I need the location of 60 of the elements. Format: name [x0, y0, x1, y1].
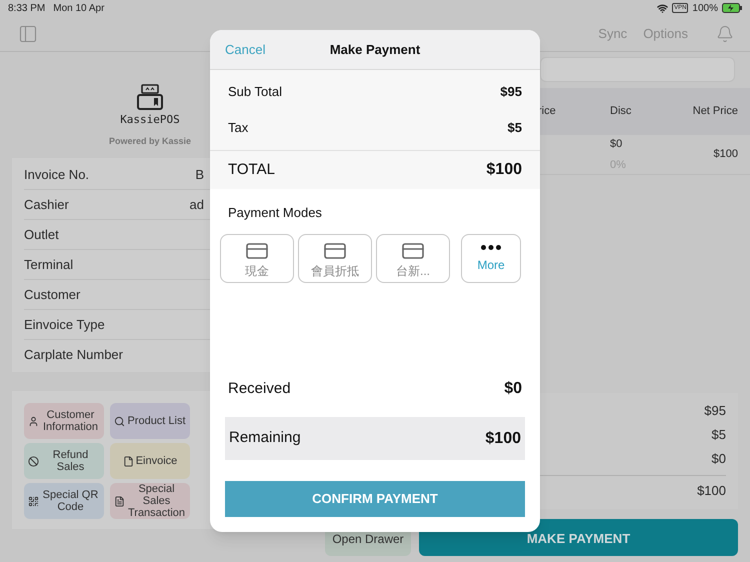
- action-button[interactable]: Einvoice: [110, 443, 190, 479]
- prohibited-icon: [28, 456, 39, 466]
- info-label: Invoice No.: [24, 166, 90, 184]
- confirm-payment-button[interactable]: CONFIRM PAYMENT: [225, 481, 525, 517]
- qr-code-icon: [28, 496, 39, 506]
- info-label: Customer: [24, 286, 80, 304]
- search-icon: [114, 416, 126, 426]
- remaining-label: Remaining: [229, 428, 301, 448]
- more-icon: [481, 244, 501, 250]
- status-time: 8:33 PM: [8, 2, 46, 16]
- dialog-title: Make Payment: [330, 40, 420, 59]
- options-button[interactable]: Options: [643, 24, 688, 44]
- summary-value: $95: [704, 402, 726, 420]
- payment-mode-button[interactable]: 台新...: [376, 234, 450, 282]
- action-button[interactable]: Special Sales Transaction: [110, 483, 190, 519]
- info-label: Cashier: [24, 196, 69, 214]
- info-value: B: [195, 166, 204, 184]
- remaining-amount: $100: [485, 428, 521, 448]
- brand-tagline: Powered by Kassie: [108, 134, 192, 148]
- more-button[interactable]: More: [461, 234, 521, 282]
- status-date: Mon 10 Apr: [53, 2, 104, 16]
- person-icon: [28, 416, 39, 426]
- payment-mode-button[interactable]: 現金: [220, 234, 294, 282]
- total-label: TOTAL: [228, 160, 275, 180]
- wifi-icon: [657, 2, 668, 14]
- info-label: Terminal: [24, 256, 74, 274]
- cancel-button[interactable]: Cancel: [225, 40, 266, 60]
- action-button[interactable]: Product List: [110, 403, 190, 439]
- received-label: Received: [228, 378, 291, 399]
- info-label: Einvoice Type: [24, 316, 105, 334]
- total-amount: $100: [486, 160, 522, 180]
- sidebar-toggle-icon[interactable]: [18, 24, 38, 44]
- info-label: Outlet: [24, 226, 59, 244]
- battery-percent: 100%: [692, 2, 718, 16]
- summary-value: $5: [712, 426, 726, 444]
- payment-mode-button[interactable]: 會員折抵: [298, 234, 372, 282]
- action-button[interactable]: Customer Information: [24, 403, 104, 439]
- table-cell-text: $0: [610, 137, 624, 152]
- sync-button[interactable]: Sync: [598, 24, 628, 44]
- search-field[interactable]: [540, 57, 735, 82]
- bell-icon[interactable]: [716, 24, 734, 42]
- info-value: ad: [190, 196, 204, 214]
- battery-icon: [722, 3, 742, 13]
- action-button[interactable]: Special QR Code: [24, 483, 104, 519]
- logo-icon: [136, 84, 164, 110]
- info-label: Carplate Number: [24, 346, 123, 364]
- received-amount: $0: [504, 379, 522, 399]
- column-header: Net Price: [692, 104, 738, 120]
- table-cell-text: $100: [714, 147, 738, 162]
- summary-value: $0: [712, 450, 726, 468]
- document-icon: [122, 456, 134, 466]
- summary-amount: $5: [508, 119, 522, 138]
- summary-label: Tax: [228, 119, 248, 138]
- brand-name: KassiePOS: [120, 112, 180, 128]
- column-header: Disc: [610, 104, 632, 120]
- payment-modes-label: Payment Modes: [227, 204, 323, 222]
- summary-amount: $95: [500, 83, 522, 102]
- receipt-icon: [114, 496, 125, 506]
- action-button[interactable]: Refund Sales: [24, 443, 104, 479]
- summary-label: Sub Total: [228, 83, 282, 102]
